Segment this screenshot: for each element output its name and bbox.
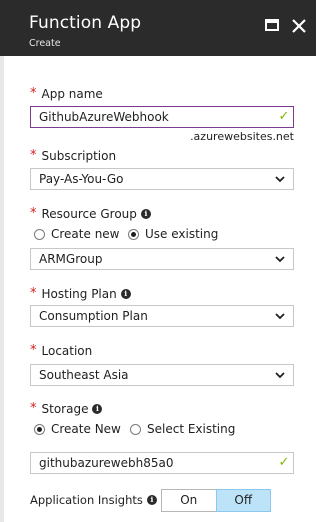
storage-label-text: Storage <box>41 401 89 416</box>
required-marker: * <box>30 401 37 416</box>
required-marker: * <box>30 206 37 221</box>
radio-use-existing[interactable]: Use existing <box>128 227 218 241</box>
blade-header: Function App Create <box>0 0 316 56</box>
resource-group-label-text: Resource Group <box>41 206 137 221</box>
chevron-down-icon <box>275 256 285 263</box>
chevron-down-icon <box>275 313 285 320</box>
hosting-plan-label: * Hosting Plan i <box>30 286 131 301</box>
radio-create-new-storage[interactable]: Create New <box>34 422 121 436</box>
blade-title: Function App <box>29 13 142 33</box>
subscription-label: * Subscription <box>30 148 116 163</box>
app-insights-label: Application Insights i <box>30 493 157 507</box>
radio-label: Use existing <box>145 227 219 241</box>
radio-label: Select Existing <box>147 422 236 436</box>
radio-create-new[interactable]: Create new <box>34 227 120 241</box>
check-icon: ✓ <box>278 109 290 124</box>
resource-group-value: ARMGroup <box>39 252 103 266</box>
blade-subtitle: Create <box>29 38 61 49</box>
radio-unselected-icon <box>34 228 45 240</box>
location-value: Southeast Asia <box>39 368 129 382</box>
toggle-on-option[interactable]: On <box>161 489 217 512</box>
app-insights-label-text: Application Insights <box>30 493 143 507</box>
app-name-input[interactable]: GithubAzureWebhook ✓ <box>30 106 294 128</box>
location-label: * Location <box>30 343 92 358</box>
check-icon: ✓ <box>278 455 290 470</box>
resource-group-dropdown[interactable]: ARMGroup <box>30 248 294 270</box>
radio-unselected-icon <box>130 423 141 435</box>
chevron-down-icon <box>275 176 285 183</box>
domain-suffix: .azurewebsites.net <box>190 130 294 143</box>
info-icon[interactable]: i <box>140 208 151 219</box>
hosting-plan-dropdown[interactable]: Consumption Plan <box>30 305 294 327</box>
radio-label: Create New <box>51 422 121 436</box>
storage-name-value: githubazurewebh85a0 <box>39 456 174 470</box>
info-icon[interactable]: i <box>120 288 131 299</box>
close-button[interactable] <box>289 16 309 36</box>
required-marker: * <box>30 148 37 163</box>
resource-group-label: * Resource Group i <box>30 206 151 221</box>
hosting-plan-value: Consumption Plan <box>39 309 148 323</box>
required-marker: * <box>30 343 37 358</box>
chevron-down-icon <box>275 372 285 379</box>
storage-label: * Storage i <box>30 401 103 416</box>
blade-left-border <box>0 56 4 522</box>
app-name-label: * App name <box>30 86 103 101</box>
app-name-value: GithubAzureWebhook <box>39 110 169 124</box>
app-name-label-text: App name <box>41 86 103 101</box>
required-marker: * <box>30 86 37 101</box>
radio-select-existing-storage[interactable]: Select Existing <box>130 422 235 436</box>
subscription-dropdown[interactable]: Pay-As-You-Go <box>30 168 294 190</box>
info-icon[interactable]: i <box>92 403 103 414</box>
hosting-plan-label-text: Hosting Plan <box>41 286 117 301</box>
toggle-off-option[interactable]: Off <box>215 489 271 512</box>
radio-selected-icon <box>128 228 139 240</box>
storage-name-input[interactable]: githubazurewebh85a0 ✓ <box>30 452 294 474</box>
maximize-button[interactable] <box>263 16 283 36</box>
subscription-value: Pay-As-You-Go <box>39 172 124 186</box>
subscription-label-text: Subscription <box>41 148 117 163</box>
app-insights-toggle: On Off <box>161 489 271 512</box>
location-label-text: Location <box>41 343 93 358</box>
info-icon[interactable]: i <box>146 495 157 505</box>
required-marker: * <box>30 286 37 301</box>
close-icon <box>292 19 306 33</box>
maximize-icon <box>265 19 279 31</box>
radio-label: Create new <box>51 227 120 241</box>
radio-selected-icon <box>34 423 45 435</box>
location-dropdown[interactable]: Southeast Asia <box>30 364 294 386</box>
